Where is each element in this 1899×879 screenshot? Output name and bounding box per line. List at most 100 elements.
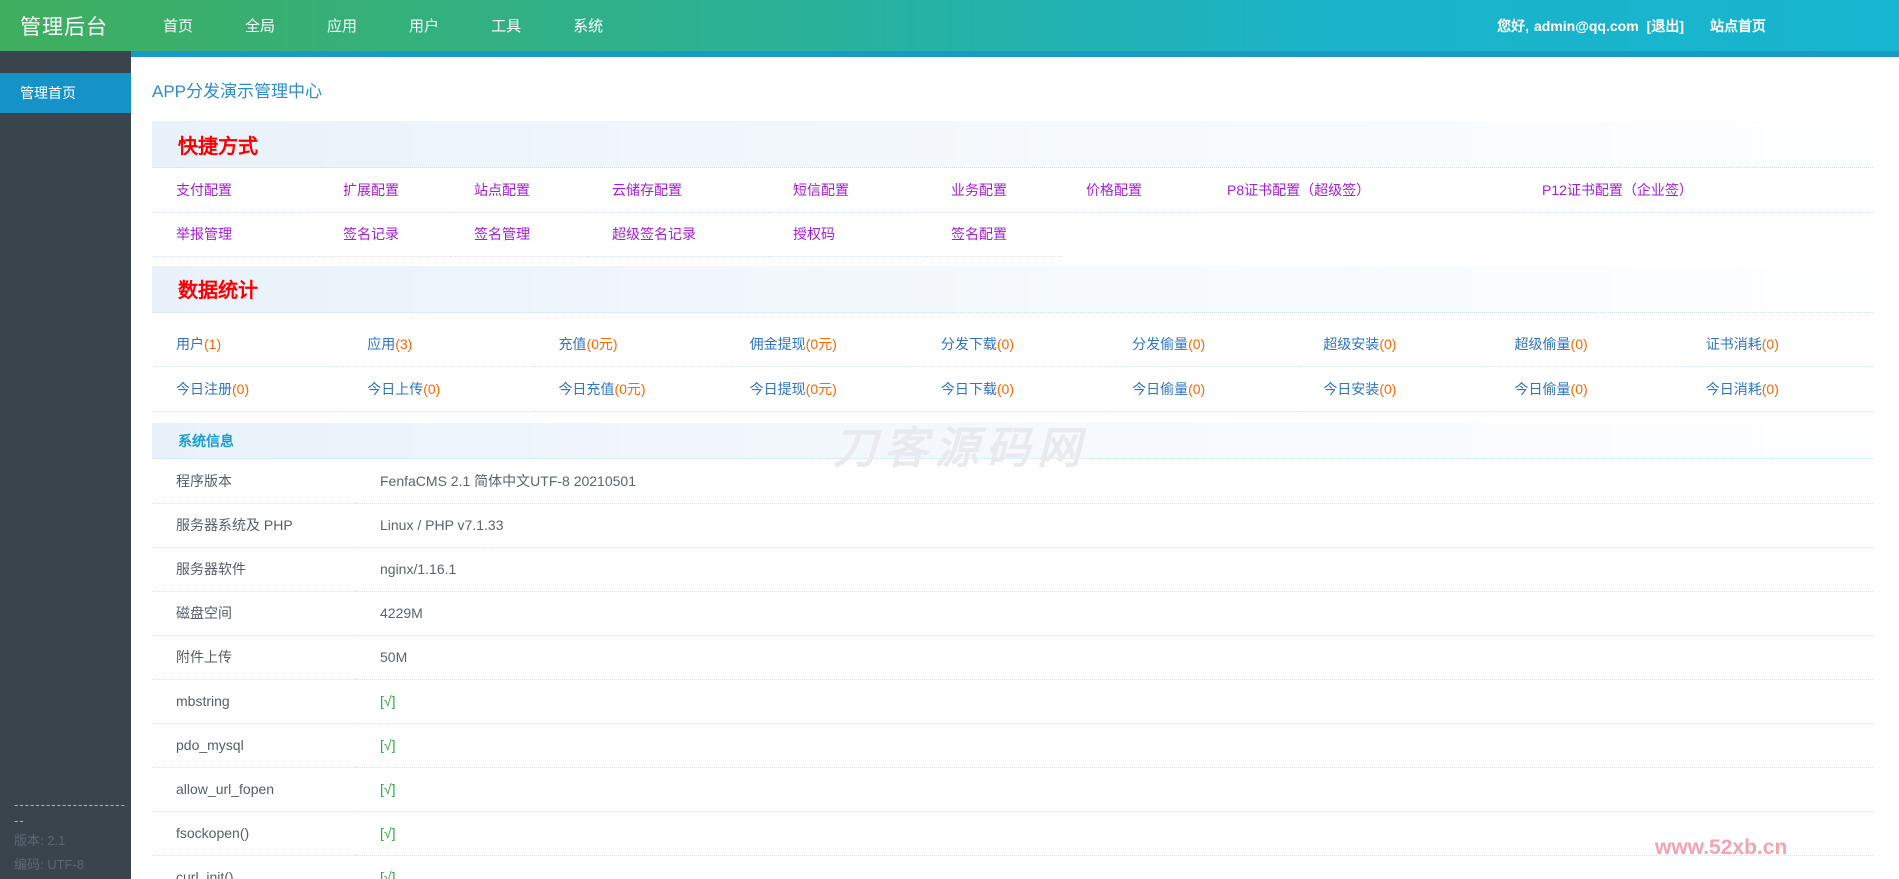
shortcut-link[interactable]: P12证书配置（企业签） [1542,182,1693,198]
shortcut-link[interactable]: P8证书配置（超级签） [1227,182,1370,198]
shortcut-link[interactable]: 签名配置 [951,226,1007,242]
stat-label[interactable]: 今日消耗 [1706,381,1762,397]
stat-label[interactable]: 超级安装 [1323,336,1379,352]
stat-cell: 今日注册(0) [152,366,344,412]
user-email: admin@qq.com [1534,17,1639,34]
system-info-heading: 系统信息 [178,432,234,449]
stat-label[interactable]: 今日充值 [558,381,614,397]
shortcut-cell: P12证书配置（企业签） [1518,168,1873,213]
stat-value: (0) [232,381,250,397]
shortcut-cell: 签名配置 [927,212,1062,257]
system-info-label: 附件上传 [152,635,356,680]
shortcuts-body: 支付配置 扩展配置 站点配置 云储存配置 短信配置 业务配置 价格配置 P8证书配置（超级签）… [152,168,1873,257]
stat-label[interactable]: 今日注册 [176,381,232,397]
nav-item-5[interactable]: 系统 [547,15,629,36]
system-info-row: 附件上传 50M [152,635,1873,680]
stat-cell: 分发偷量(0) [1108,321,1300,367]
stats-section-header: 数据统计 [152,265,1873,313]
system-info-value: Linux / PHP v7.1.33 [356,503,1873,548]
stat-cell: 今日下载(0) [916,366,1109,412]
logout-link[interactable]: [退出] [1647,16,1684,36]
stat-value: (0) [1570,335,1588,352]
shortcut-row: 支付配置 扩展配置 站点配置 云储存配置 短信配置 业务配置 价格配置 P8证书配置（超级签）… [152,168,1873,213]
stat-label[interactable]: 今日偷量 [1515,381,1571,397]
stat-label[interactable]: 用户 [176,336,204,352]
stat-value: (0) [423,381,441,397]
system-info-label: 服务器系统及 PHP [152,503,356,548]
stat-label[interactable]: 今日提现 [750,381,806,397]
stat-cell: 充值(0元) [534,321,726,367]
main-content: APP分发演示管理中心 快捷方式 支付配置 扩展配置 站点配置 云储存配置 短信配置 业务… [131,51,1899,879]
shortcut-cell: 业务配置 [927,168,1062,213]
stat-label[interactable]: 分发偷量 [1132,336,1188,352]
shortcut-link[interactable]: 业务配置 [951,182,1007,198]
top-navbar: 管理后台 首页 全局 应用 用户 工具 系统 您好, admin@qq.com [退出] … [0,0,1899,51]
system-info-value: nginx/1.16.1 [356,547,1873,592]
stat-value: (0) [1761,381,1779,397]
stat-label[interactable]: 充值 [558,336,586,352]
system-info-row: curl_init() [√] [152,855,1873,879]
stat-value: (3) [395,335,413,352]
shortcut-link[interactable]: 签名记录 [343,226,399,242]
stat-cell: 今日偷量(0) [1490,366,1682,412]
shortcuts-section-header: 快捷方式 [152,121,1873,168]
stat-cell: 今日偷量(0) [1108,366,1300,412]
system-info-label: 程序版本 [152,459,356,504]
stats-table: 用户(1) 应用(3) 充值(0元) 佣金提现(0元) 分发下载(0) 分发偷量(0) 超级… [152,321,1873,412]
header-accent-strip [131,51,1899,57]
system-info-label: 服务器软件 [152,547,356,592]
shortcut-cell: 价格配置 [1062,168,1203,213]
stat-cell: 超级偷量(0) [1490,321,1682,367]
stat-value: (0元) [805,381,837,397]
system-info-check: [√] [356,855,1873,879]
sidebar-footer: ----------------------- 版本: 2.1 编码: UTF-… [14,797,131,877]
shortcut-link[interactable]: 签名管理 [474,226,530,242]
sidebar-item-admin-home[interactable]: 管理首页 [0,73,131,113]
stat-label[interactable]: 超级偷量 [1515,336,1571,352]
shortcut-link[interactable]: 支付配置 [176,182,232,198]
stat-label[interactable]: 应用 [367,336,395,352]
system-info-check: [√] [356,767,1873,812]
shortcut-link[interactable]: 价格配置 [1086,182,1142,198]
stat-label[interactable]: 今日安装 [1323,381,1379,397]
nav-item-3[interactable]: 用户 [383,15,465,36]
nav-item-4[interactable]: 工具 [465,15,547,36]
shortcut-link[interactable]: 短信配置 [793,182,849,198]
nav-item-2[interactable]: 应用 [301,15,383,36]
stat-label[interactable]: 今日偷量 [1132,381,1188,397]
stat-cell: 应用(3) [343,321,535,367]
shortcut-link[interactable]: 站点配置 [474,182,530,198]
system-info-row: 服务器系统及 PHP Linux / PHP v7.1.33 [152,503,1873,548]
shortcuts-table: 支付配置 扩展配置 站点配置 云储存配置 短信配置 业务配置 价格配置 P8证书配置（超级签）… [152,168,1873,257]
stat-cell: 今日提现(0元) [725,366,917,412]
shortcut-link[interactable]: 授权码 [793,226,835,242]
shortcut-cell: 签名管理 [450,212,588,257]
nav-item-0[interactable]: 首页 [137,15,219,36]
shortcut-link[interactable]: 举报管理 [176,226,232,242]
system-info-label: fsockopen() [152,811,356,856]
stat-label[interactable]: 佣金提现 [750,336,806,352]
nav-item-1[interactable]: 全局 [219,15,301,36]
stat-value: (0) [1379,381,1397,397]
stat-cell: 今日消耗(0) [1681,366,1873,412]
stat-cell: 超级安装(0) [1299,321,1491,367]
shortcut-link[interactable]: 扩展配置 [343,182,399,198]
stat-label[interactable]: 今日上传 [367,381,423,397]
shortcut-cell: 支付配置 [152,168,319,213]
system-info-value: FenfaCMS 2.1 简体中文UTF-8 20210501 [356,459,1873,504]
site-home-link[interactable]: 站点首页 [1710,16,1766,36]
greeting-text: 您好, [1497,17,1529,34]
shortcut-cell [1062,212,1203,256]
shortcut-link[interactable]: 云储存配置 [612,182,682,198]
stat-label[interactable]: 今日下载 [941,381,997,397]
system-info-label: mbstring [152,679,356,724]
shortcut-cell: 扩展配置 [319,168,450,213]
sidebar-footer-divider: ----------------------- [14,797,126,828]
shortcut-link[interactable]: 超级签名记录 [612,226,696,242]
stat-cell: 分发下载(0) [916,321,1109,367]
stat-value: (0) [996,381,1014,397]
stat-value: (0) [1761,335,1779,352]
stats-row: 用户(1) 应用(3) 充值(0元) 佣金提现(0元) 分发下载(0) 分发偷量(0) 超级… [152,321,1873,367]
stat-label[interactable]: 分发下载 [941,336,997,352]
stat-label[interactable]: 证书消耗 [1706,336,1762,352]
